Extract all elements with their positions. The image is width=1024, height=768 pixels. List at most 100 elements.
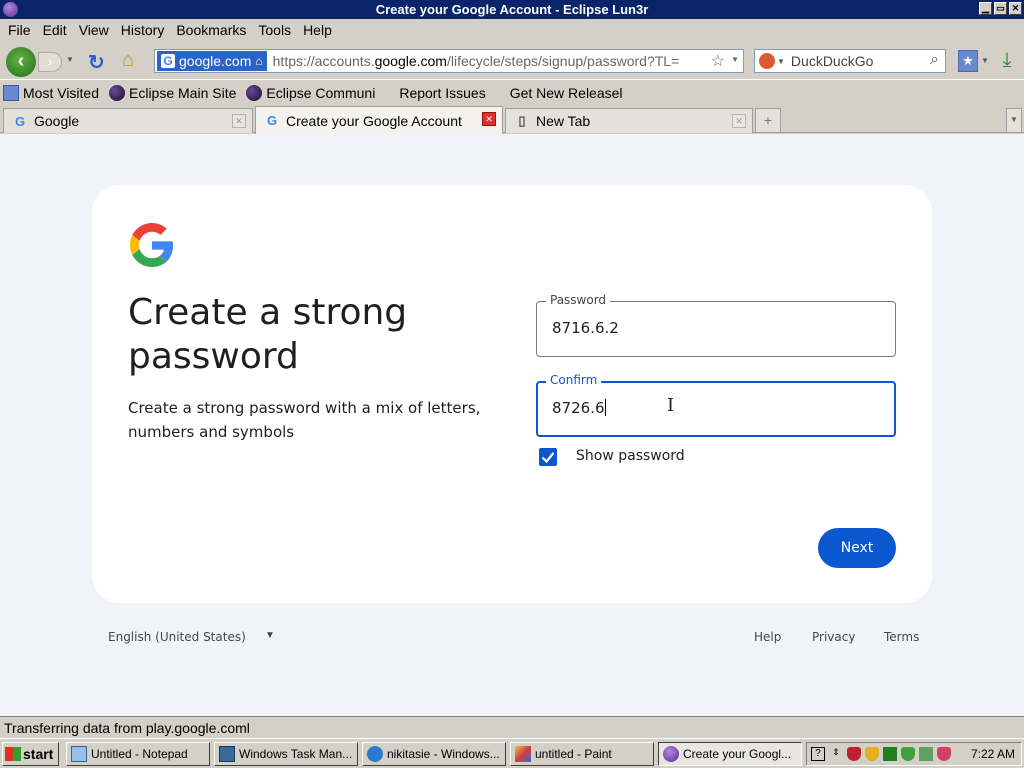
footer-help-link[interactable]: Help xyxy=(754,630,781,644)
green-square-icon[interactable] xyxy=(883,747,897,761)
google-logo-icon xyxy=(130,223,174,267)
tab-close-icon[interactable]: ✕ xyxy=(732,114,746,128)
tray-arrows-icon[interactable]: ⇕ xyxy=(829,747,843,761)
forward-button[interactable]: › xyxy=(38,52,62,72)
system-clock[interactable]: 7:22 AM xyxy=(971,747,1015,761)
reload-icon[interactable]: ↻ xyxy=(88,50,105,75)
task-notepad[interactable]: Untitled - Notepad xyxy=(66,742,210,766)
shield-red-icon[interactable] xyxy=(847,747,861,761)
search-icon[interactable]: ⌕ xyxy=(930,51,939,69)
windows-logo-icon xyxy=(5,747,21,761)
confirm-label: Confirm xyxy=(546,373,602,387)
tab-list-dropdown-icon[interactable]: ▼ xyxy=(1006,108,1022,133)
google-favicon-icon: G xyxy=(14,113,26,129)
bookmark-eclipse-community[interactable]: Eclipse Communi xyxy=(246,84,375,101)
navigation-toolbar: ‹ › ▼ ↻ ⌂ G google.com ⌂ https://account… xyxy=(0,41,1024,79)
tab-create-google-account[interactable]: G Create your Google Account ✕ xyxy=(255,106,503,134)
show-password-checkbox[interactable] xyxy=(539,448,557,466)
next-button[interactable]: Next xyxy=(818,528,896,568)
home-icon[interactable]: ⌂ xyxy=(122,49,134,72)
eclipse-icon xyxy=(663,746,679,762)
menu-bar: File Edit View History Bookmarks Tools H… xyxy=(0,19,1024,41)
search-engine-dropdown-icon[interactable]: ▼ xyxy=(777,57,785,66)
site-identity-button[interactable]: G google.com ⌂ xyxy=(157,51,267,71)
url-text[interactable]: https://accounts.google.com/lifecycle/st… xyxy=(273,53,693,69)
duckduckgo-icon[interactable] xyxy=(759,53,775,69)
menu-edit[interactable]: Edit xyxy=(37,22,73,38)
bookmark-most-visited[interactable]: Most Visited xyxy=(0,84,99,101)
url-bar[interactable]: G google.com ⌂ https://accounts.google.c… xyxy=(154,49,744,73)
signup-card: Create a strong password Create a strong… xyxy=(92,185,932,603)
menu-view[interactable]: View xyxy=(73,22,115,38)
internet-explorer-icon xyxy=(367,746,383,762)
shield-pink-icon[interactable] xyxy=(937,747,951,761)
menu-help[interactable]: Help xyxy=(297,22,338,38)
close-button[interactable]: ✕ xyxy=(1009,2,1022,15)
eclipse-icon xyxy=(246,84,263,101)
tab-new-tab[interactable]: ▯ New Tab ✕ xyxy=(505,108,753,133)
eclipse-icon xyxy=(109,84,125,101)
notepad-icon xyxy=(71,746,87,762)
shield-green-icon[interactable] xyxy=(901,747,915,761)
history-dropdown-icon[interactable]: ▼ xyxy=(66,55,74,64)
tab-strip: G Google ✕ G Create your Google Account … xyxy=(0,105,1024,134)
confirm-value-wrapper: 8726.6 xyxy=(552,399,606,417)
password-label: Password xyxy=(546,293,611,307)
help-icon[interactable]: ? xyxy=(811,747,825,761)
page-description: Create a strong password with a mix of l… xyxy=(128,399,481,441)
menu-bookmarks[interactable]: Bookmarks xyxy=(170,22,252,38)
bookmark-eclipse-main-site[interactable]: Eclipse Main Site xyxy=(109,84,236,101)
bookmarks-menu-icon[interactable]: ★ xyxy=(958,50,978,72)
tab-close-icon[interactable]: ✕ xyxy=(482,112,496,126)
bookmark-star-icon[interactable]: ☆ xyxy=(711,51,725,71)
maximize-button[interactable]: ▭ xyxy=(994,2,1007,15)
task-task-manager[interactable]: Windows Task Man... xyxy=(214,742,358,766)
back-button[interactable]: ‹ xyxy=(4,45,38,79)
folder-icon xyxy=(3,84,19,101)
window-titlebar[interactable]: Create your Google Account - Eclipse Lun… xyxy=(0,0,1024,19)
start-button[interactable]: start xyxy=(2,742,59,766)
url-dropdown-icon[interactable]: ▼ xyxy=(731,55,739,64)
password-field[interactable]: Password 8716.6.2 xyxy=(536,293,896,357)
text-caret xyxy=(604,399,606,416)
search-bar[interactable]: ▼ DuckDuckGo ⌕ xyxy=(754,49,946,73)
task-paint[interactable]: untitled - Paint xyxy=(510,742,654,766)
page-content: Create a strong password Create a strong… xyxy=(0,134,1024,716)
menu-history[interactable]: History xyxy=(115,22,171,38)
status-bar: Transferring data from play.google.coml xyxy=(0,716,1024,738)
minimize-button[interactable]: ▁ xyxy=(979,2,992,15)
password-value: 8716.6.2 xyxy=(552,319,619,337)
task-eclipse-browser[interactable]: Create your Googl... xyxy=(658,742,802,766)
bookmarks-dropdown-icon[interactable]: ▼ xyxy=(981,56,989,65)
confirm-value: 8726.6 xyxy=(552,399,605,417)
window-title: Create your Google Account - Eclipse Lun… xyxy=(375,2,649,17)
page-icon: ▯ xyxy=(518,113,526,128)
network-icon[interactable] xyxy=(919,747,933,761)
bookmarks-toolbar: Most Visited Eclipse Main Site Eclipse C… xyxy=(0,79,1024,105)
bookmark-report-issues[interactable]: Report Issues xyxy=(399,85,485,101)
google-favicon-icon: G xyxy=(161,54,175,68)
paint-icon xyxy=(515,746,531,762)
footer-terms-link[interactable]: Terms xyxy=(884,630,919,644)
tab-google[interactable]: G Google ✕ xyxy=(3,108,253,133)
page-title: Create a strong password xyxy=(128,292,408,377)
new-tab-button[interactable]: + xyxy=(755,108,781,133)
language-selector[interactable]: English (United States) xyxy=(108,630,246,644)
lock-icon: ⌂ xyxy=(255,54,263,68)
menu-tools[interactable]: Tools xyxy=(252,22,297,38)
language-dropdown-icon[interactable]: ▼ xyxy=(265,630,275,641)
taskbar: start Untitled - Notepad Windows Task Ma… xyxy=(0,738,1024,768)
shield-yellow-icon[interactable] xyxy=(865,747,879,761)
task-manager-icon xyxy=(219,746,235,762)
menu-file[interactable]: File xyxy=(2,22,37,38)
footer-privacy-link[interactable]: Privacy xyxy=(812,630,855,644)
site-identity-label: google.com xyxy=(179,53,252,69)
tab-close-icon[interactable]: ✕ xyxy=(232,114,246,128)
task-explorer[interactable]: nikitasie - Windows... xyxy=(362,742,506,766)
confirm-password-field[interactable]: Confirm 8726.6 I xyxy=(536,373,896,437)
google-favicon-icon: G xyxy=(266,113,278,128)
bookmark-get-new-releases[interactable]: Get New Releasel xyxy=(510,85,623,101)
system-tray: ? ⇕ 7:22 AM xyxy=(806,742,1022,766)
downloads-icon[interactable]: ⤓ xyxy=(996,49,1018,73)
show-password-label[interactable]: Show password xyxy=(576,448,685,464)
